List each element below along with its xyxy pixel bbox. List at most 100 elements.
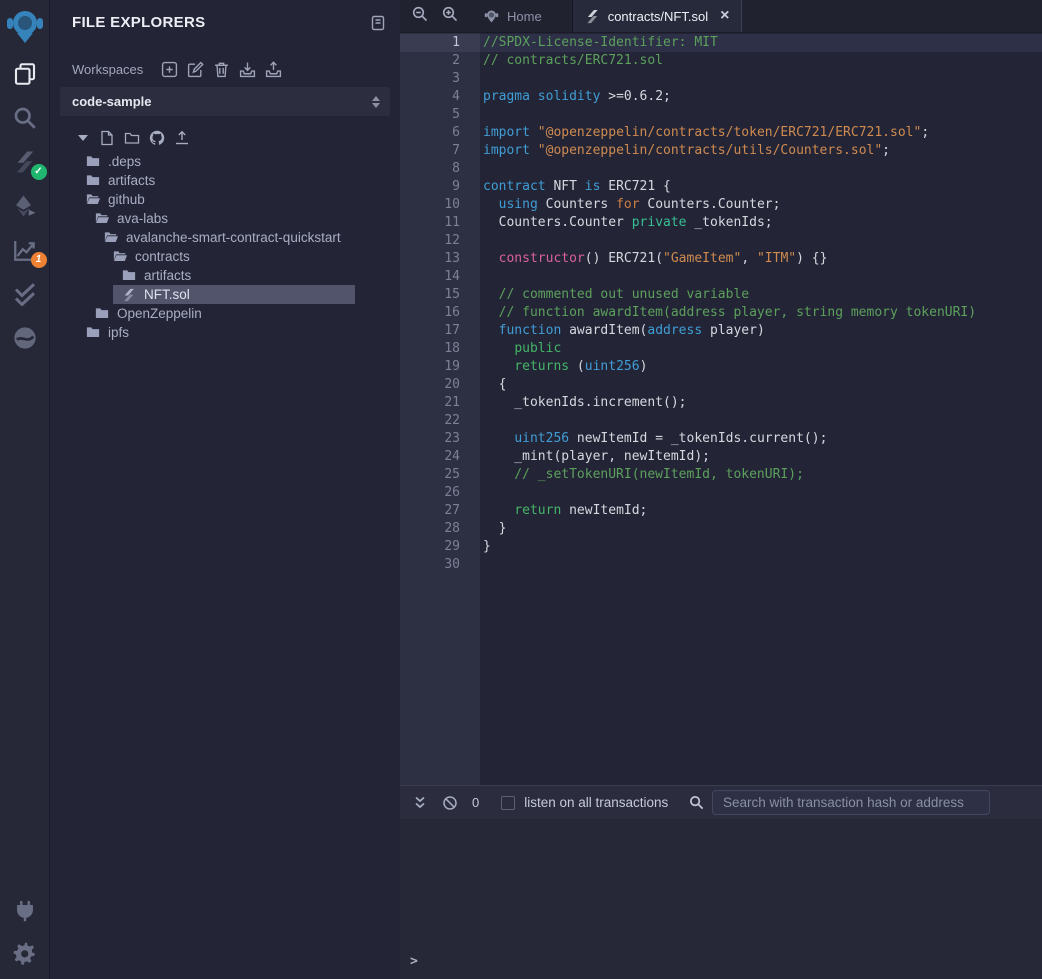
folder-open-icon: [113, 250, 127, 263]
code-line[interactable]: {: [480, 376, 1042, 394]
code-line[interactable]: [480, 484, 1042, 502]
editor-code[interactable]: //SPDX-License-Identifier: MIT// contrac…: [480, 33, 1042, 785]
code-line[interactable]: contract NFT is ERC721 {: [480, 178, 1042, 196]
line-number: 12: [400, 232, 480, 250]
code-line[interactable]: using Counters for Counters.Counter;: [480, 196, 1042, 214]
restore-workspaces-icon[interactable]: [265, 61, 282, 78]
editor-gutter[interactable]: 1234567891011121314151617181920212223242…: [400, 33, 480, 785]
new-folder-icon[interactable]: [124, 130, 140, 146]
code-line[interactable]: }: [480, 538, 1042, 556]
code-line[interactable]: returns (uint256): [480, 358, 1042, 376]
code-line[interactable]: [480, 232, 1042, 250]
terminal-clear-icon[interactable]: [442, 795, 458, 811]
terminal-search-icon: [689, 795, 704, 810]
code-line[interactable]: }: [480, 520, 1042, 538]
code-line[interactable]: [480, 412, 1042, 430]
line-number: 29: [400, 538, 480, 556]
tree-item-artifacts[interactable]: artifacts: [50, 171, 400, 190]
static-analysis-icon[interactable]: 1: [10, 235, 40, 265]
tree-item-label: avalanche-smart-contract-quickstart: [126, 230, 341, 245]
line-number: 17: [400, 322, 480, 340]
tree-item--deps[interactable]: .deps: [50, 152, 400, 171]
code-line[interactable]: // function awardItem(address player, st…: [480, 304, 1042, 322]
solidity-compiler-icon[interactable]: ✓: [10, 147, 40, 177]
github-clone-icon[interactable]: [149, 130, 165, 146]
tab-contracts-nft-sol[interactable]: contracts/NFT.sol ×: [572, 0, 743, 32]
folder-closed-icon: [95, 307, 109, 320]
sourcify-icon[interactable]: [10, 323, 40, 353]
line-number: 30: [400, 556, 480, 574]
workspace-select[interactable]: code-sample: [60, 87, 390, 116]
search-icon[interactable]: [10, 103, 40, 133]
unit-testing-icon[interactable]: [10, 279, 40, 309]
code-line[interactable]: [480, 556, 1042, 574]
terminal-collapse-icon[interactable]: [412, 795, 428, 811]
code-line[interactable]: constructor() ERC721("GameItem", "ITM") …: [480, 250, 1042, 268]
code-line[interactable]: Counters.Counter private _tokenIds;: [480, 214, 1042, 232]
code-line[interactable]: [480, 268, 1042, 286]
close-tab-icon[interactable]: ×: [720, 7, 729, 25]
code-line[interactable]: [480, 70, 1042, 88]
tree-item-label: artifacts: [144, 268, 191, 283]
code-line[interactable]: public: [480, 340, 1042, 358]
code-line[interactable]: return newItemId;: [480, 502, 1042, 520]
code-line[interactable]: [480, 106, 1042, 124]
workspaces-label: Workspaces: [72, 62, 143, 77]
remix-ide-app: ✓ 1: [0, 0, 1042, 979]
folder-closed-icon: [86, 155, 100, 168]
tab-label: contracts/NFT.sol: [608, 9, 708, 24]
collapse-tree-icon[interactable]: [78, 135, 88, 141]
line-number: 4: [400, 88, 480, 106]
code-line[interactable]: uint256 newItemId = _tokenIds.current();: [480, 430, 1042, 448]
code-line[interactable]: _mint(player, newItemId);: [480, 448, 1042, 466]
code-line[interactable]: // commented out unused variable: [480, 286, 1042, 304]
code-line[interactable]: import "@openzeppelin/contracts/utils/Co…: [480, 142, 1042, 160]
line-number: 23: [400, 430, 480, 448]
listen-transactions-checkbox[interactable]: [501, 796, 515, 810]
settings-icon[interactable]: [10, 939, 40, 969]
plugin-manager-icon[interactable]: [10, 895, 40, 925]
code-line[interactable]: _tokenIds.increment();: [480, 394, 1042, 412]
line-number: 10: [400, 196, 480, 214]
code-line[interactable]: function awardItem(address player): [480, 322, 1042, 340]
solidity-icon: [585, 9, 600, 24]
panel-title: FILE EXPLORERS: [72, 14, 205, 31]
line-number: 9: [400, 178, 480, 196]
tree-item-nft-sol[interactable]: NFT.sol: [50, 285, 400, 304]
tree-item-ipfs[interactable]: ipfs: [50, 323, 400, 342]
tree-item-github[interactable]: github: [50, 190, 400, 209]
transaction-search-input[interactable]: [712, 790, 990, 815]
tree-item-artifacts[interactable]: artifacts: [50, 266, 400, 285]
tree-item-avalanche-smart-contract-quickstart[interactable]: avalanche-smart-contract-quickstart: [50, 228, 400, 247]
download-workspaces-icon[interactable]: [239, 61, 256, 78]
terminal-output[interactable]: >: [400, 819, 1042, 979]
zoom-in-icon[interactable]: [442, 6, 458, 27]
delete-workspace-icon[interactable]: [213, 61, 230, 78]
deploy-and-run-icon[interactable]: [10, 191, 40, 221]
file-tree: .depsartifactsgithubava-labsavalanche-sm…: [50, 152, 400, 342]
line-number: 21: [400, 394, 480, 412]
code-editor[interactable]: 1234567891011121314151617181920212223242…: [400, 33, 1042, 785]
line-number: 25: [400, 466, 480, 484]
tree-item-ava-labs[interactable]: ava-labs: [50, 209, 400, 228]
code-line[interactable]: pragma solidity >=0.6.2;: [480, 88, 1042, 106]
code-line[interactable]: [480, 160, 1042, 178]
file-explorer-icon[interactable]: [10, 59, 40, 89]
rename-workspace-icon[interactable]: [187, 61, 204, 78]
tree-item-label: NFT.sol: [144, 287, 190, 302]
tree-item-contracts[interactable]: contracts: [50, 247, 400, 266]
line-number: 1: [400, 34, 480, 52]
code-line[interactable]: //SPDX-License-Identifier: MIT: [480, 34, 1042, 52]
line-number: 7: [400, 142, 480, 160]
code-line[interactable]: import "@openzeppelin/contracts/token/ER…: [480, 124, 1042, 142]
create-workspace-icon[interactable]: [161, 61, 178, 78]
tab-home[interactable]: Home: [472, 0, 554, 32]
terminal-prompt: >: [410, 954, 1042, 969]
docs-book-icon[interactable]: [370, 15, 386, 31]
code-line[interactable]: // contracts/ERC721.sol: [480, 52, 1042, 70]
upload-file-icon[interactable]: [174, 130, 190, 146]
new-file-icon[interactable]: [99, 130, 115, 146]
zoom-out-icon[interactable]: [412, 6, 428, 27]
tree-item-openzeppelin[interactable]: OpenZeppelin: [50, 304, 400, 323]
code-line[interactable]: // _setTokenURI(newItemId, tokenURI);: [480, 466, 1042, 484]
